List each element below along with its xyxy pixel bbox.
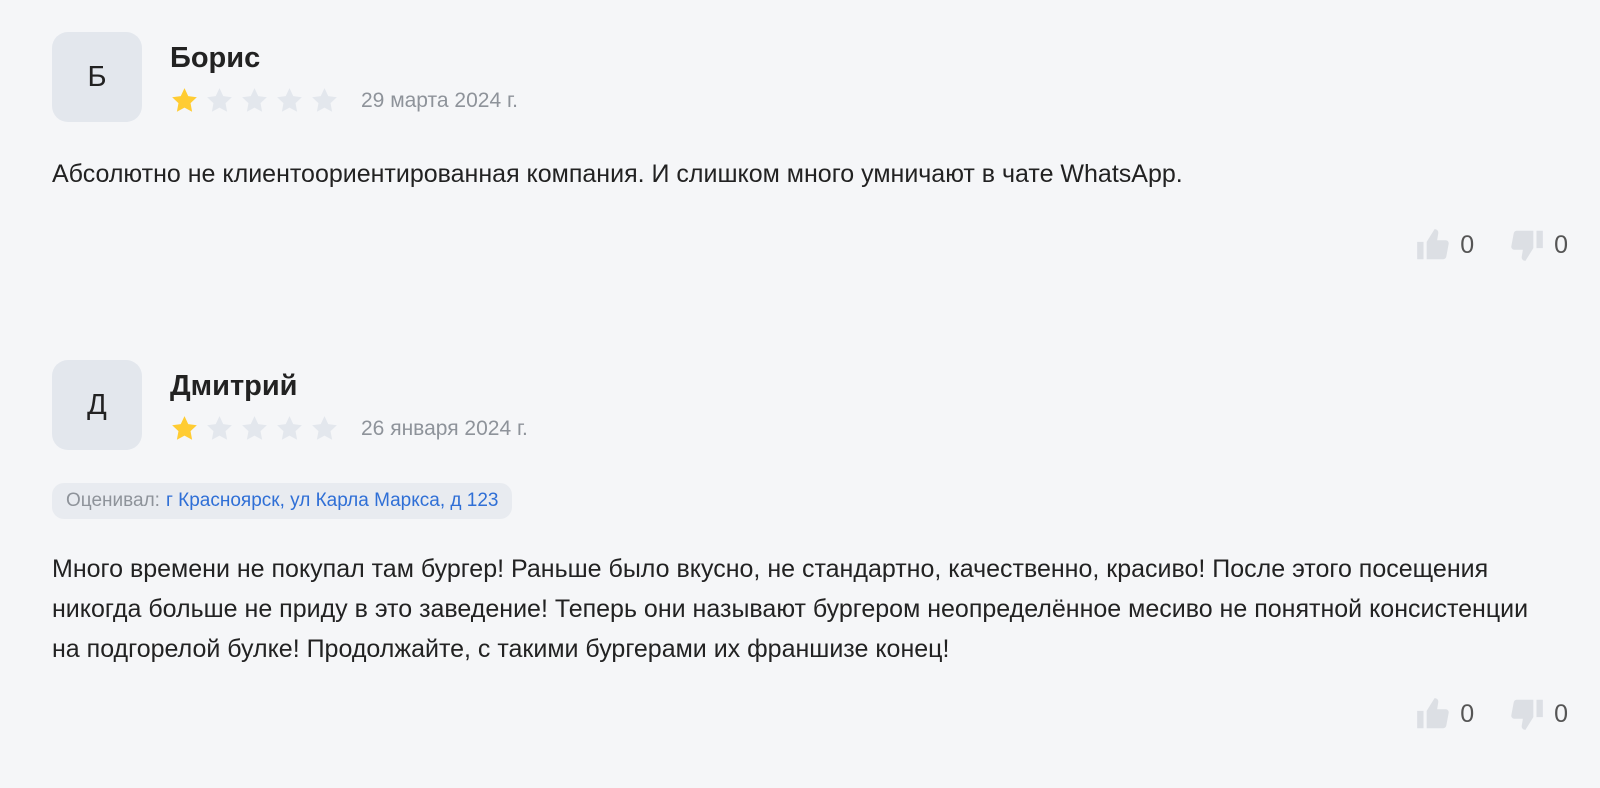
star-empty-icon (240, 414, 269, 443)
thumbs-down-icon (1508, 226, 1546, 264)
like-button[interactable]: 0 (1414, 226, 1474, 264)
review-meta: Дмитрий 26 января 2024 г. (170, 360, 528, 443)
review-header: Д Дмитрий 26 января 2024 г. (52, 360, 1568, 450)
review-header: Б Борис 29 марта 2024 г. (52, 32, 1568, 122)
star-empty-icon (310, 414, 339, 443)
dislike-button[interactable]: 0 (1508, 226, 1568, 264)
thumbs-down-icon (1508, 695, 1546, 733)
author-name: Дмитрий (170, 370, 298, 402)
review-card: Д Дмитрий 26 января 2024 г. Оценивал: г … (52, 360, 1568, 733)
review-reactions: 0 0 (52, 226, 1568, 264)
star-empty-icon (275, 414, 304, 443)
star-empty-icon (310, 86, 339, 115)
star-filled-icon (170, 86, 199, 115)
star-rating (170, 86, 339, 115)
star-empty-icon (240, 86, 269, 115)
thumbs-up-icon (1414, 695, 1452, 733)
dislike-count: 0 (1554, 230, 1568, 259)
thumbs-up-icon (1414, 226, 1452, 264)
review-reactions: 0 0 (52, 695, 1568, 733)
rating-row: 29 марта 2024 г. (170, 86, 518, 115)
star-empty-icon (205, 414, 234, 443)
star-empty-icon (275, 86, 304, 115)
review-card: Б Борис 29 марта 2024 г. Абсолютно не кл… (52, 32, 1568, 264)
review-date: 29 марта 2024 г. (361, 88, 518, 112)
star-rating (170, 414, 339, 443)
location-label: Оценивал: (66, 490, 160, 511)
review-date: 26 января 2024 г. (361, 416, 528, 440)
star-filled-icon (170, 414, 199, 443)
author-name: Борис (170, 42, 261, 74)
avatar: Д (52, 360, 142, 450)
location-link[interactable]: г Красноярск, ул Карла Маркса, д 123 (166, 490, 499, 512)
dislike-count: 0 (1554, 699, 1568, 728)
review-text: Абсолютно не клиентоориентированная комп… (52, 160, 1183, 188)
like-count: 0 (1460, 699, 1475, 728)
dislike-button[interactable]: 0 (1508, 695, 1568, 733)
star-empty-icon (205, 86, 234, 115)
location-badge: Оценивал: г Красноярск, ул Карла Маркса,… (52, 483, 513, 519)
review-meta: Борис 29 марта 2024 г. (170, 32, 518, 115)
review-text: Много времени не покупал там бургер! Ран… (52, 555, 1529, 663)
like-count: 0 (1460, 230, 1475, 259)
like-button[interactable]: 0 (1414, 695, 1474, 733)
avatar: Б (52, 32, 142, 122)
rating-row: 26 января 2024 г. (170, 414, 528, 443)
